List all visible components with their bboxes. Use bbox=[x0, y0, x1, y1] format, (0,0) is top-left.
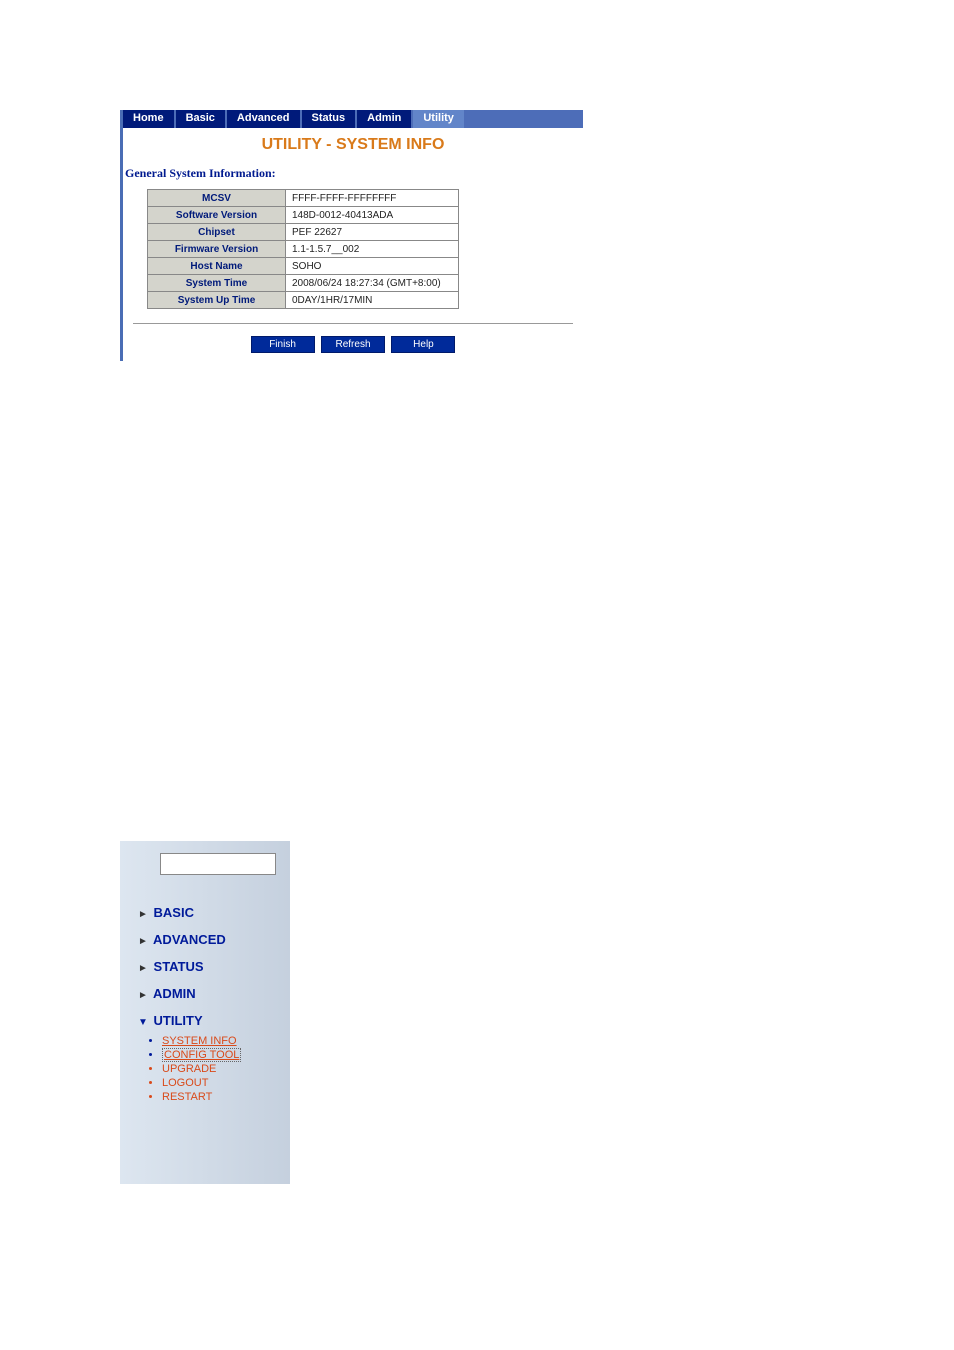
main-panel: Home Basic Advanced Status Admin Utility… bbox=[120, 110, 583, 361]
arrow-down-icon: ▼ bbox=[138, 1017, 148, 1028]
mcsv-value: FFFF-FFFF-FFFFFFFF bbox=[286, 190, 459, 207]
tab-bar: Home Basic Advanced Status Admin Utility bbox=[123, 110, 583, 128]
help-button[interactable]: Help bbox=[391, 336, 455, 353]
tab-status[interactable]: Status bbox=[302, 110, 356, 128]
page-title: UTILITY - SYSTEM INFO bbox=[123, 128, 583, 158]
table-row: Firmware Version 1.1-1.5.7__002 bbox=[148, 241, 459, 258]
submenu-link[interactable]: SYSTEM INFO bbox=[162, 1035, 237, 1047]
tab-advanced[interactable]: Advanced bbox=[227, 110, 300, 128]
arrow-right-icon: ► bbox=[138, 963, 148, 974]
arrow-right-icon: ► bbox=[138, 990, 148, 1001]
table-row: System Time 2008/06/24 18:27:34 (GMT+8:0… bbox=[148, 275, 459, 292]
sidebar-item-label: ADMIN bbox=[153, 986, 196, 1001]
sidebar-item-admin[interactable]: ► ADMIN bbox=[120, 980, 290, 1007]
host-name-label: Host Name bbox=[148, 258, 286, 275]
system-info-table: MCSV FFFF-FFFF-FFFFFFFF Software Version… bbox=[147, 189, 459, 309]
system-uptime-value: 0DAY/1HR/17MIN bbox=[286, 292, 459, 309]
system-uptime-label: System Up Time bbox=[148, 292, 286, 309]
sidebar-item-label: BASIC bbox=[154, 905, 194, 920]
host-name-value: SOHO bbox=[286, 258, 459, 275]
chipset-value: PEF 22627 bbox=[286, 224, 459, 241]
arrow-right-icon: ► bbox=[138, 936, 148, 947]
utility-submenu: SYSTEM INFO CONFIG TOOL UPGRADE LOGOUT R… bbox=[162, 1034, 290, 1104]
section-title: General System Information: bbox=[123, 158, 583, 189]
sidebar-item-utility[interactable]: ▼ UTILITY bbox=[120, 1007, 290, 1034]
submenu-upgrade[interactable]: UPGRADE bbox=[162, 1062, 290, 1076]
tab-home[interactable]: Home bbox=[123, 110, 174, 128]
submenu-config-tool[interactable]: CONFIG TOOL bbox=[162, 1048, 290, 1062]
mcsv-label: MCSV bbox=[148, 190, 286, 207]
sidebar-item-basic[interactable]: ► BASIC bbox=[120, 899, 290, 926]
tab-admin[interactable]: Admin bbox=[357, 110, 411, 128]
submenu-logout[interactable]: LOGOUT bbox=[162, 1076, 290, 1090]
table-row: Software Version 148D-0012-40413ADA bbox=[148, 207, 459, 224]
software-version-value: 148D-0012-40413ADA bbox=[286, 207, 459, 224]
table-row: MCSV FFFF-FFFF-FFFFFFFF bbox=[148, 190, 459, 207]
table-row: Host Name SOHO bbox=[148, 258, 459, 275]
sidebar-input[interactable] bbox=[160, 853, 276, 875]
sidebar: ► BASIC ► ADVANCED ► STATUS ► ADMIN ▼ UT… bbox=[120, 841, 290, 1184]
divider bbox=[133, 323, 573, 324]
submenu-restart[interactable]: RESTART bbox=[162, 1090, 290, 1104]
sidebar-item-advanced[interactable]: ► ADVANCED bbox=[120, 926, 290, 953]
table-row: Chipset PEF 22627 bbox=[148, 224, 459, 241]
submenu-link[interactable]: CONFIG TOOL bbox=[162, 1048, 241, 1062]
sidebar-item-status[interactable]: ► STATUS bbox=[120, 953, 290, 980]
sidebar-item-label: UTILITY bbox=[154, 1013, 203, 1028]
firmware-version-value: 1.1-1.5.7__002 bbox=[286, 241, 459, 258]
submenu-system-info[interactable]: SYSTEM INFO bbox=[162, 1034, 290, 1048]
software-version-label: Software Version bbox=[148, 207, 286, 224]
refresh-button[interactable]: Refresh bbox=[321, 336, 385, 353]
button-row: Finish Refresh Help bbox=[123, 334, 583, 361]
finish-button[interactable]: Finish bbox=[251, 336, 315, 353]
firmware-version-label: Firmware Version bbox=[148, 241, 286, 258]
system-time-value: 2008/06/24 18:27:34 (GMT+8:00) bbox=[286, 275, 459, 292]
chipset-label: Chipset bbox=[148, 224, 286, 241]
arrow-right-icon: ► bbox=[138, 909, 148, 920]
sidebar-item-label: STATUS bbox=[154, 959, 204, 974]
tab-basic[interactable]: Basic bbox=[176, 110, 225, 128]
system-time-label: System Time bbox=[148, 275, 286, 292]
tab-utility[interactable]: Utility bbox=[413, 110, 464, 128]
table-row: System Up Time 0DAY/1HR/17MIN bbox=[148, 292, 459, 309]
sidebar-item-label: ADVANCED bbox=[153, 932, 226, 947]
